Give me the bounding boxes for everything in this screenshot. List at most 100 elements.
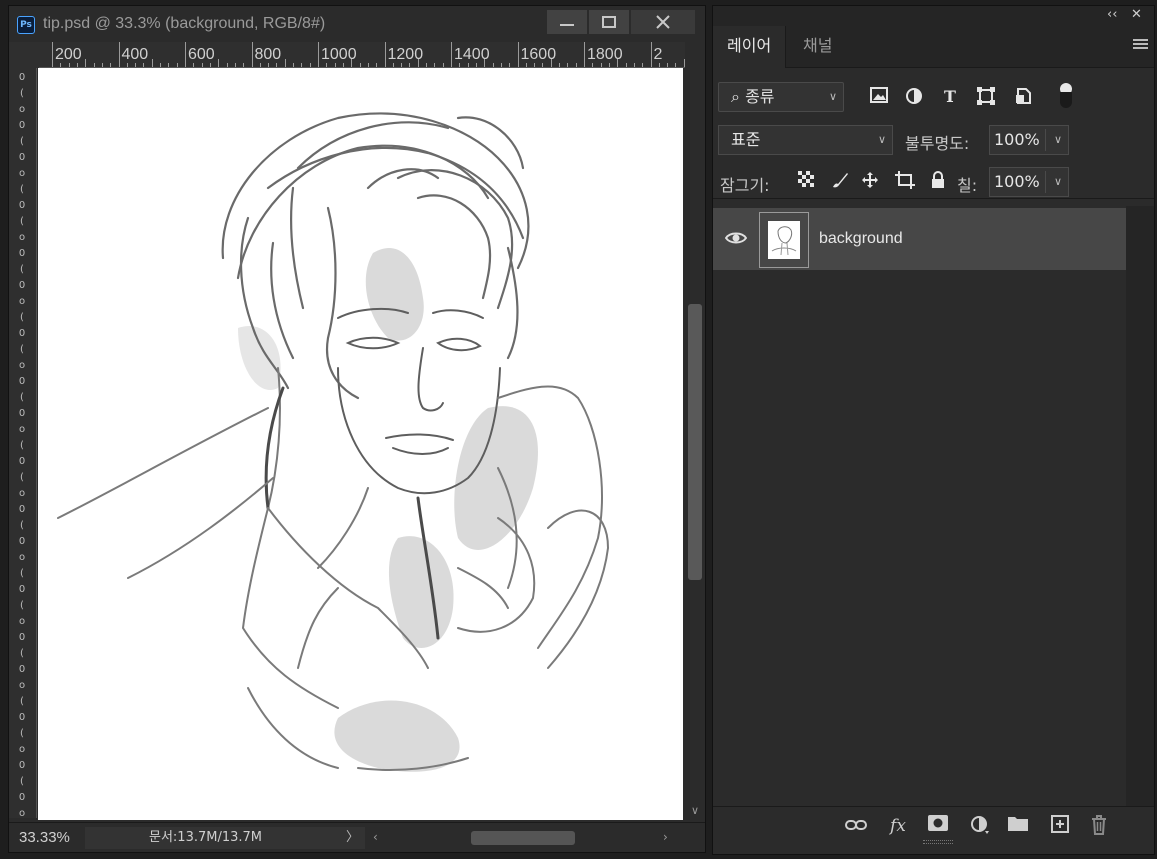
blend-mode-value: 표준 — [731, 130, 761, 149]
ruler-tick-mark: 0 — [18, 584, 26, 595]
chevron-down-icon[interactable]: ∨ — [1054, 168, 1062, 196]
layer-thumbnail[interactable] — [759, 212, 809, 268]
new-layer-icon[interactable] — [1049, 815, 1071, 837]
filter-toggle-switch[interactable] — [1059, 82, 1073, 110]
minimize-icon — [560, 24, 574, 26]
ruler-tick-mark: o — [18, 424, 26, 435]
vertical-scroll-thumb[interactable] — [688, 304, 702, 580]
vertical-scrollbar[interactable]: ∨ — [685, 42, 705, 820]
ruler-minor-tick — [625, 63, 627, 67]
pixel-filter-icon[interactable] — [869, 87, 889, 107]
close-panel-icon[interactable]: ✕ — [1131, 7, 1142, 22]
ruler-minor-tick — [226, 63, 228, 67]
ruler-minor-tick — [376, 63, 378, 67]
ruler-minor-tick — [617, 59, 619, 67]
layers-list-scrollbar[interactable] — [1126, 206, 1154, 806]
adjustment-filter-icon[interactable] — [904, 87, 924, 107]
lock-all-icon[interactable] — [928, 171, 948, 191]
ruler-minor-tick — [633, 63, 635, 67]
shape-filter-icon[interactable] — [976, 87, 996, 107]
ruler-tick-mark: 0 — [18, 376, 26, 387]
vertical-ruler[interactable]: 0 (o 0 (0 o (0 (o 0 (0 o (0 (o 0 (0 o (0 (o 0 (0 o (0 (o 0 (0 o (… — [9, 68, 37, 818]
ruler-tick-mark: ( — [20, 136, 24, 147]
opacity-input[interactable]: 100% ∨ — [989, 125, 1069, 155]
panel-tabs: 레이어 채널 — [713, 26, 1154, 68]
ruler-tick-mark: ( — [20, 520, 24, 531]
lock-label: 잠그기: — [720, 176, 770, 195]
tab-channels[interactable]: 채널 — [789, 26, 846, 68]
adjustment-icon[interactable] — [969, 815, 991, 837]
canvas-area[interactable] — [38, 68, 683, 820]
layer-name[interactable]: background — [819, 230, 903, 248]
layers-list: background — [713, 206, 1154, 806]
collapse-panel-icon[interactable]: ‹‹ — [1107, 7, 1117, 22]
ruler-tick-mark: o — [18, 296, 26, 307]
panel-resize-grip[interactable] — [923, 840, 953, 844]
horizontal-scrollbar[interactable]: ‹ › — [367, 827, 677, 849]
folder-icon[interactable] — [1007, 815, 1029, 837]
ruler-minor-tick — [667, 63, 669, 67]
lock-position-icon[interactable] — [860, 171, 880, 191]
layer-row[interactable]: background — [713, 208, 1126, 270]
ruler-tick-mark: 0 — [18, 792, 26, 803]
scroll-left-arrow-icon[interactable]: ‹ — [373, 830, 378, 844]
fx-icon[interactable]: fx — [887, 815, 909, 837]
status-menu-chevron-icon[interactable]: 〉 — [346, 827, 359, 849]
chevron-down-icon[interactable]: ∨ — [1054, 126, 1062, 154]
ruler-minor-tick — [342, 63, 344, 67]
ruler-tick-mark: ( — [20, 648, 24, 659]
scroll-right-arrow-icon[interactable]: › — [663, 830, 668, 844]
horizontal-ruler[interactable]: 200 400 600 800 1000 1200 1400 1600 1800 2 — [39, 42, 685, 68]
opacity-label: 불투명도: — [905, 134, 970, 153]
ruler-minor-tick — [234, 63, 236, 67]
close-button[interactable] — [631, 10, 695, 34]
document-canvas[interactable] — [38, 68, 683, 820]
ruler-minor-tick — [268, 63, 270, 67]
ruler-minor-tick — [201, 63, 203, 67]
chevron-down-icon: ∨ — [828, 90, 837, 103]
fill-input[interactable]: 100% ∨ — [989, 167, 1069, 197]
document-titlebar[interactable]: Ps tip.psd @ 33.3% (background, RGB/8#) — [9, 6, 705, 42]
ruler-tick-mark: ( — [20, 776, 24, 787]
ruler-minor-tick — [218, 59, 220, 67]
eye-icon[interactable] — [724, 230, 748, 246]
ruler-tick-mark: 0 — [18, 504, 26, 515]
maximize-button[interactable] — [589, 10, 629, 34]
ruler-minor-tick — [409, 63, 411, 67]
scroll-down-arrow-icon[interactable]: ∨ — [688, 804, 702, 817]
smart-object-filter-icon[interactable] — [1013, 87, 1033, 107]
blend-mode-select[interactable]: 표준 ∨ — [718, 125, 893, 155]
ruler-major-tick — [384, 42, 386, 67]
zoom-level[interactable]: 33.33% — [19, 829, 70, 846]
ruler-minor-tick — [509, 63, 511, 67]
ruler-tick-mark: 0 — [18, 664, 26, 675]
ruler-minor-tick — [567, 63, 569, 67]
document-size: 문서:13.7M/13.7M — [149, 830, 263, 845]
ruler-tick-mark: 0 — [18, 760, 26, 771]
horizontal-scroll-thumb[interactable] — [471, 831, 575, 845]
ruler-minor-tick — [176, 63, 178, 67]
filter-label: 종류 — [745, 87, 775, 106]
ruler-tick-mark: ( — [20, 472, 24, 483]
tab-layers[interactable]: 레이어 — [713, 26, 787, 68]
lock-artboard-icon[interactable] — [895, 171, 915, 191]
ruler-tick-mark: 0 — [18, 408, 26, 419]
ruler-label: 200 — [55, 46, 82, 63]
document-info[interactable]: 문서:13.7M/13.7M 〉 — [85, 827, 365, 849]
ruler-minor-tick — [309, 63, 311, 67]
ruler-minor-tick — [417, 59, 419, 67]
trash-icon[interactable] — [1088, 815, 1110, 837]
link-icon[interactable] — [845, 815, 867, 837]
ruler-tick-mark: 0 — [18, 280, 26, 291]
minimize-button[interactable] — [547, 10, 587, 34]
ruler-minor-tick — [600, 63, 602, 67]
lock-transparent-pixels-icon[interactable] — [796, 171, 816, 191]
ruler-tick-mark: ( — [20, 264, 24, 275]
ruler-tick-mark: ( — [20, 392, 24, 403]
panel-menu-icon[interactable] — [1133, 39, 1148, 51]
lock-image-pixels-icon[interactable] — [830, 171, 850, 191]
layer-filter-select[interactable]: ⌕ 종류 ∨ — [718, 82, 844, 112]
ruler-minor-tick — [426, 63, 428, 67]
type-filter-icon[interactable]: T — [940, 87, 960, 107]
mask-icon[interactable] — [927, 815, 949, 837]
